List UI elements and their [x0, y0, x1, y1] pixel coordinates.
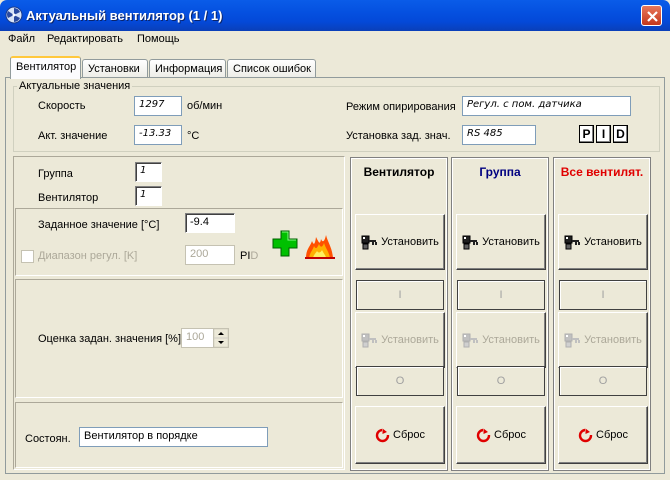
actual-values-title: Актуальные значения: [17, 80, 133, 92]
green-plus-icon[interactable]: [271, 229, 299, 258]
group-on-indicator: I: [457, 280, 545, 310]
pid-mode-d: D: [250, 250, 259, 262]
group-set-label: Установить: [482, 236, 540, 248]
fan-field[interactable]: 1: [135, 186, 162, 206]
all-reset-button[interactable]: Сброс: [558, 406, 648, 464]
tab-info[interactable]: Информация: [149, 59, 226, 79]
setpoint-source-label: Установка зад. знач.: [346, 130, 451, 142]
actual-value-label: Акт. значение: [38, 130, 108, 142]
all-set-disabled-button[interactable]: Установить: [558, 312, 648, 368]
estimate-label: Оценка задан. значения [%]: [38, 333, 182, 345]
speed-label: Скорость: [38, 100, 86, 112]
menu-file[interactable]: Файл: [8, 33, 35, 45]
setpoint-input[interactable]: -9.4: [185, 213, 235, 233]
fan-app-icon: [5, 6, 23, 24]
fan-set-disabled-label: Установить: [381, 334, 439, 346]
operating-mode-value: Регул. с пом. датчика: [462, 96, 631, 116]
column-fan-header: Вентилятор: [363, 165, 435, 179]
fan-label: Вентилятор: [38, 192, 99, 204]
fan-reset-label: Сброс: [393, 429, 425, 441]
tab-fan[interactable]: Вентилятор: [10, 56, 81, 79]
group-set-disabled-button[interactable]: Установить: [456, 312, 546, 368]
reset-icon: [476, 427, 491, 442]
column-group-header: Группа: [479, 165, 521, 179]
group-label: Группа: [38, 168, 73, 180]
operating-mode-label: Режим опирирования: [346, 101, 456, 113]
menu-help[interactable]: Помощь: [137, 33, 180, 45]
group-field[interactable]: 1: [135, 162, 162, 182]
all-off-indicator: O: [559, 366, 647, 396]
window-title: Актуальный вентилятор (1 / 1): [26, 8, 223, 23]
key-icon: [361, 333, 378, 347]
setpoint-label: Заданное значение [°C]: [38, 219, 160, 231]
key-icon: [462, 235, 479, 249]
group-reset-label: Сброс: [494, 429, 526, 441]
menu-bar: Файл Редактировать Помощь: [0, 31, 670, 50]
pid-i-indicator: I: [596, 125, 611, 143]
column-group: Группа Установить I Установить O Сброс: [451, 157, 549, 471]
all-reset-label: Сброс: [596, 429, 628, 441]
tab-error-list[interactable]: Список ошибок: [227, 59, 316, 79]
flame-icon[interactable]: [304, 231, 336, 260]
group-set-button[interactable]: Установить: [456, 214, 546, 270]
reset-icon: [375, 427, 390, 442]
range-label: Диапазон регул. [K]: [38, 250, 138, 262]
key-icon: [361, 235, 378, 249]
range-input[interactable]: 200: [185, 245, 235, 265]
spin-arrows-icon: [213, 328, 229, 348]
estimate-spinner[interactable]: [213, 328, 229, 348]
key-icon: [564, 235, 581, 249]
actual-value-unit: °C: [187, 130, 200, 142]
key-icon: [564, 333, 581, 347]
key-icon: [462, 333, 479, 347]
column-all-fans: Все вентилят. Установить I Установить O Сбро…: [553, 157, 651, 471]
fan-on-indicator: I: [356, 280, 444, 310]
tab-settings[interactable]: Установки: [82, 59, 148, 79]
close-icon: [647, 11, 658, 22]
pid-p-indicator: P: [579, 125, 594, 143]
group-off-indicator: O: [457, 366, 545, 396]
all-set-disabled-label: Установить: [584, 334, 642, 346]
group-set-disabled-label: Установить: [482, 334, 540, 346]
menu-edit[interactable]: Редактировать: [47, 33, 123, 45]
main-window: Актуальный вентилятор (1 / 1) Файл Редак…: [0, 0, 670, 480]
column-fan: Вентилятор Установить I Установить O Сброс: [350, 157, 448, 471]
column-all-header: Все вентилят.: [560, 165, 644, 179]
close-button[interactable]: [641, 5, 662, 26]
fan-reset-button[interactable]: Сброс: [355, 406, 445, 464]
actual-value: -13.33: [134, 125, 182, 145]
title-bar[interactable]: Актуальный вентилятор (1 / 1): [0, 0, 670, 31]
all-set-button[interactable]: Установить: [558, 214, 648, 270]
all-set-label: Установить: [584, 236, 642, 248]
group-reset-button[interactable]: Сброс: [456, 406, 546, 464]
estimate-value: 100: [186, 331, 205, 343]
pid-mode-pi: PI: [240, 250, 251, 262]
fan-off-indicator: O: [356, 366, 444, 396]
status-value: Вентилятор в порядке: [79, 427, 268, 447]
fan-set-button[interactable]: Установить: [355, 214, 445, 270]
reset-icon: [578, 427, 593, 442]
fan-set-label: Установить: [381, 236, 439, 248]
speed-value: 1297: [134, 96, 182, 116]
pid-d-indicator: D: [613, 125, 628, 143]
setpoint-source-value: RS 485: [462, 125, 536, 145]
range-checkbox[interactable]: [21, 250, 34, 263]
fan-set-disabled-button[interactable]: Установить: [355, 312, 445, 368]
pid-mode-label: PID: [240, 250, 258, 262]
status-label: Состоян.: [25, 433, 71, 445]
speed-unit: об/мин: [187, 100, 223, 112]
all-on-indicator: I: [559, 280, 647, 310]
